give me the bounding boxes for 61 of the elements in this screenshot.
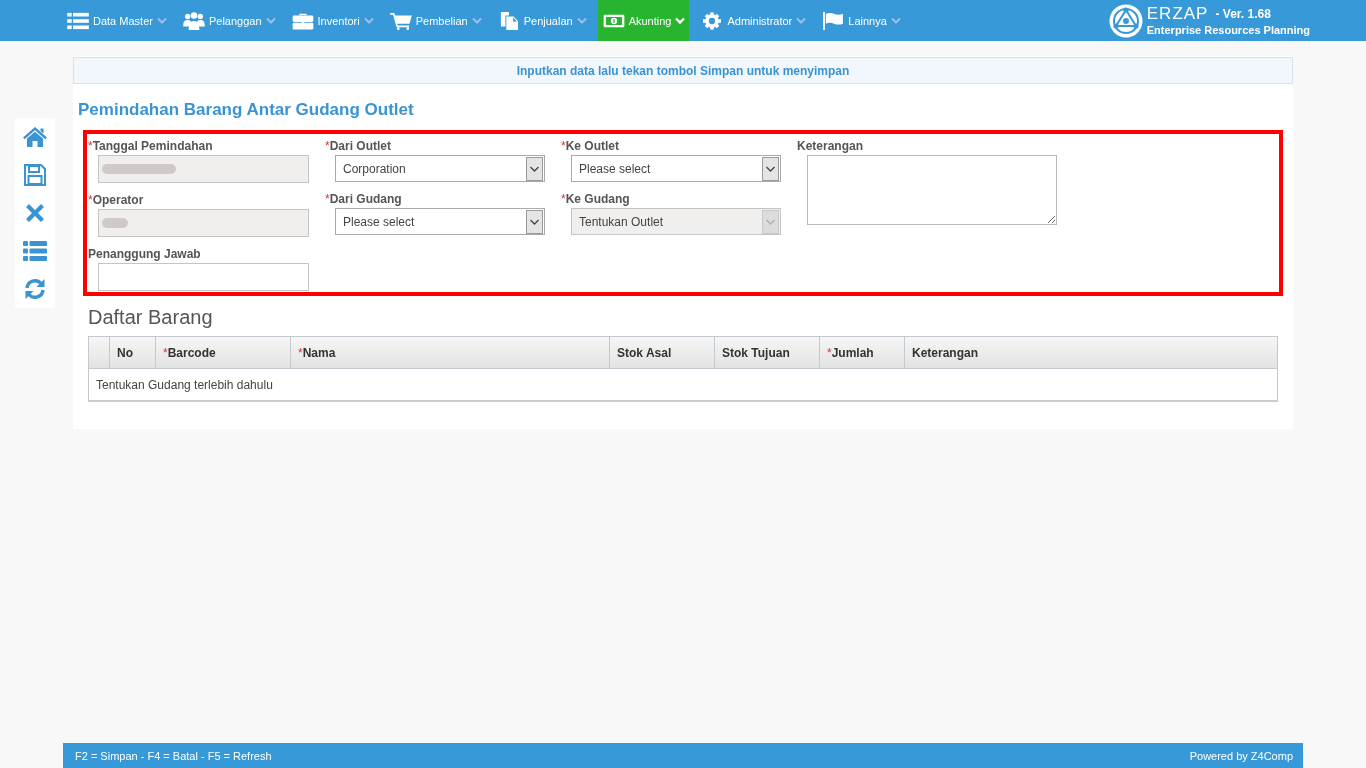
column-header: *Barcode [155,336,291,369]
notes-field[interactable] [807,155,1057,225]
field-label: *Ke Gudang [561,192,630,206]
column-header: Stok Asal [609,336,715,369]
column-header: Keterangan [904,336,1278,369]
list-icon [67,11,89,30]
caret-icon [762,156,779,181]
dropdown[interactable]: Please select [335,208,545,235]
nav-menu-item[interactable]: Inventori [286,0,378,41]
chevron-down-icon [156,17,167,24]
caret-icon [526,209,543,234]
close-icon[interactable] [26,204,44,222]
nav-menu-item[interactable]: Pembelian [384,0,486,41]
brand-name: ERZAP [1146,4,1209,24]
column-header: No [109,336,156,369]
chevron-down-icon [265,17,276,24]
field-label: *Operator [88,193,144,207]
field-label: *Dari Outlet [325,139,391,153]
home-icon[interactable] [23,126,47,148]
text-field[interactable] [98,263,309,291]
page-title: Pemindahan Barang Antar Gudang Outlet [78,100,415,120]
chevron-down-icon [675,17,686,24]
field-label: Keterangan [797,139,864,153]
column-header: *Nama [290,336,610,369]
nav-menu-item[interactable]: Penjualan [492,0,591,41]
shortcut-hint: F2 = Simpan - F4 = Batal - F5 = Refresh [75,749,272,762]
flag-icon [822,11,845,30]
chevron-down-icon [471,17,482,24]
field-label: *Tanggal Pemindahan [88,139,213,153]
nav-menu-item[interactable]: Data Master [62,0,171,41]
info-banner: Inputkan data lalu tekan tombol Simpan untuk menyimpan [73,57,1293,84]
chevron-down-icon [363,17,374,24]
list-icon[interactable] [23,240,47,262]
logo-icon [1108,3,1143,38]
cart-icon [389,11,412,30]
chevron-down-icon [796,17,807,24]
users-icon [182,11,205,30]
powered-by-text: Powered by Z4Comp [1189,749,1293,762]
refresh-icon[interactable] [23,278,47,300]
caret-icon [526,156,543,181]
nav-menu-item[interactable]: Administrator [696,0,811,41]
column-header: Stok Tujuan [714,336,820,369]
field-label: Penanggung Jawab [88,247,201,261]
dropdown[interactable]: Corporation [335,155,545,182]
chevron-down-icon [576,17,587,24]
field-label: *Dari Gudang [325,192,402,206]
chevron-down-icon [890,17,901,24]
nav-menu-item[interactable]: Lainnya [817,0,905,41]
nav-menu-item[interactable]: Akunting [597,0,690,41]
column-header: *Jumlah [819,336,905,369]
nav-menu-item[interactable]: Pelanggan [177,0,280,41]
field-label: *Ke Outlet [561,139,619,153]
dropdown[interactable]: Please select [571,155,781,182]
version-text: - Ver. 1.68 [1215,7,1271,21]
empty-table-message: Tentukan Gudang terlebih dahulu [88,368,1278,401]
briefcase-icon [291,11,314,30]
section-title: Daftar Barang [88,305,214,329]
save-icon[interactable] [23,164,47,186]
caret-icon [762,209,779,234]
brand-tagline: Enterprise Resources Planning [1146,24,1310,37]
gear-icon [701,11,724,30]
